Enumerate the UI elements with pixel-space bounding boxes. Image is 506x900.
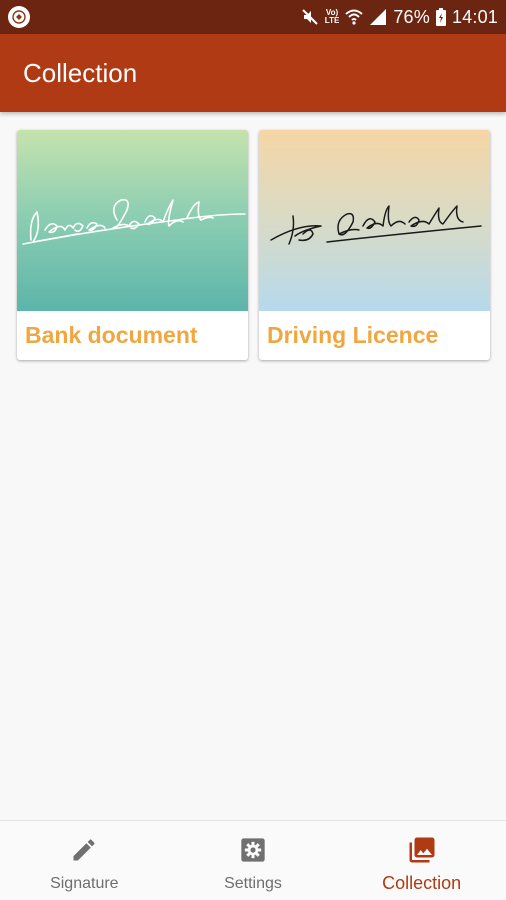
bottom-navigation: Signature Settings Collection	[0, 820, 506, 900]
collection-card-bank-document[interactable]: Bank document	[17, 130, 248, 360]
nav-item-collection[interactable]: Collection	[337, 821, 506, 900]
clock: 14:01	[451, 6, 498, 27]
volte-icon: Vo) LTE	[325, 9, 340, 25]
card-label: Bank document	[25, 322, 198, 348]
nav-label-collection: Collection	[382, 873, 462, 893]
nav-label-signature: Signature	[50, 875, 119, 892]
status-right: Vo) LTE 76% 14:01	[301, 7, 498, 28]
screen: Vo) LTE 76% 14:01 Collection Bank docume…	[0, 0, 506, 900]
signature-drawing	[22, 198, 246, 245]
app-notification-icon	[8, 6, 30, 28]
status-left	[8, 6, 30, 28]
nav-item-settings[interactable]: Settings	[169, 821, 338, 900]
gear-icon	[238, 835, 268, 865]
nav-item-signature[interactable]: Signature	[0, 821, 169, 900]
pencil-icon	[69, 835, 99, 865]
volte-bottom: LTE	[324, 16, 340, 25]
card-label: Driving Licence	[267, 322, 439, 348]
signal-icon	[369, 8, 387, 26]
signature-thumbnail	[17, 130, 248, 311]
collection-card-driving-licence[interactable]: Driving Licence	[259, 130, 490, 360]
page-title: Collection	[23, 57, 138, 88]
wifi-icon	[345, 8, 363, 26]
photo-library-icon	[407, 835, 437, 865]
nav-label-settings: Settings	[224, 875, 282, 892]
signature-drawing	[270, 205, 482, 245]
mute-icon	[301, 8, 319, 26]
app-bar: Collection	[0, 34, 506, 112]
status-bar: Vo) LTE 76% 14:01	[0, 0, 506, 34]
signature-thumbnail	[259, 130, 490, 311]
battery-icon	[435, 8, 446, 26]
battery-percent: 76%	[393, 6, 430, 27]
